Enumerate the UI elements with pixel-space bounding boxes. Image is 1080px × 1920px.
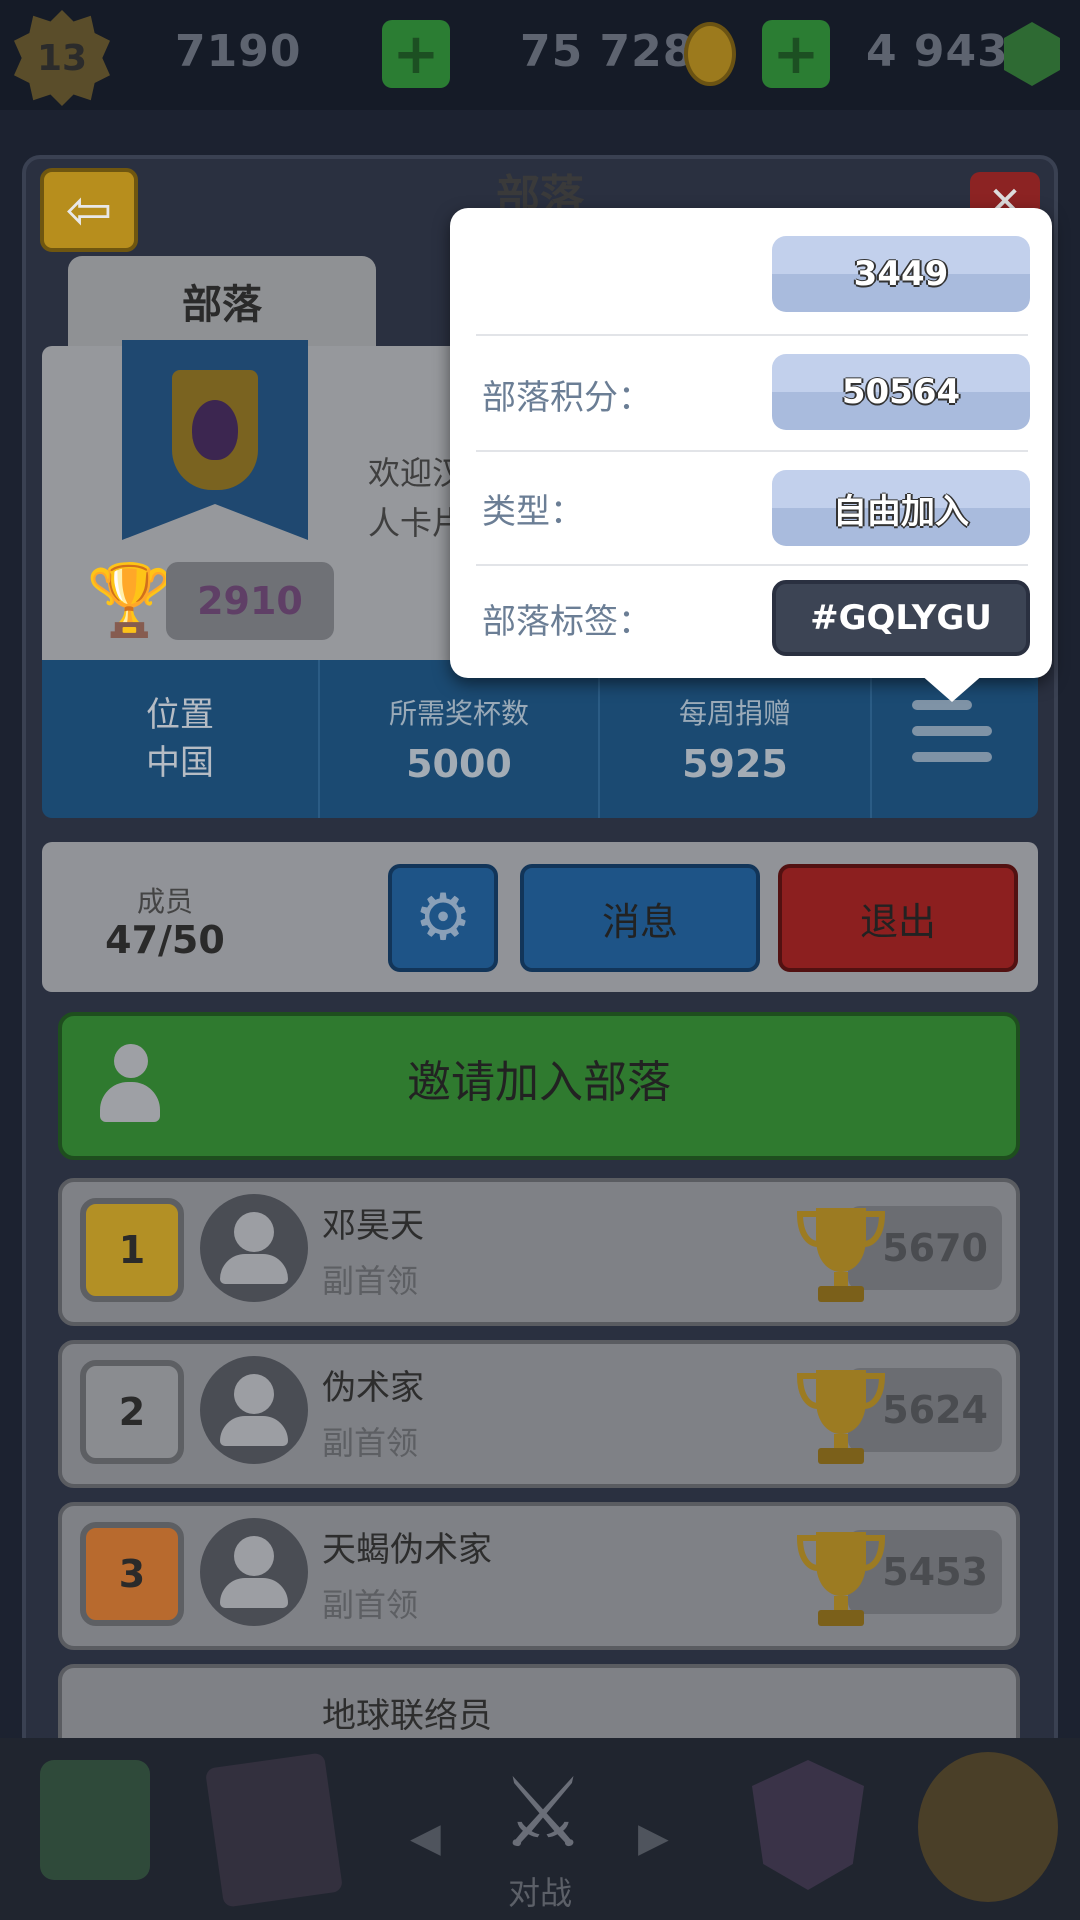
gold-trophy-icon: [796, 1532, 886, 1626]
popup-value-1: 3449: [772, 236, 1030, 312]
avatar: [200, 1356, 308, 1464]
weekly-donations-label: 每周捐赠: [678, 697, 791, 730]
member-name: 邓昊天: [322, 1206, 424, 1246]
member-row[interactable]: [58, 1664, 1020, 1746]
member-name: 地球联络员: [322, 1696, 492, 1736]
type-value: 自由加入: [772, 470, 1030, 546]
gear-icon: ⚙: [414, 881, 472, 955]
divider: [476, 564, 1028, 566]
add-gold-button[interactable]: +: [762, 20, 830, 88]
gold-trophy-icon: [796, 1370, 886, 1464]
avatar: [200, 1194, 308, 1302]
gold-coin-icon: [684, 22, 736, 86]
member-role: 副首领: [322, 1262, 419, 1300]
member-name: 天蝎伪术家: [322, 1530, 492, 1570]
clan-trophies: 2910: [166, 562, 334, 640]
experience-value: 7190: [175, 26, 302, 77]
member-role: 副首领: [322, 1586, 419, 1624]
crossed-swords-icon[interactable]: ⚔: [468, 1758, 618, 1868]
rank-badge: 1: [80, 1198, 184, 1302]
exit-button[interactable]: 退出: [778, 864, 1018, 972]
location-value: 中国: [146, 743, 214, 783]
add-experience-button[interactable]: +: [382, 20, 450, 88]
divider: [476, 450, 1028, 452]
clan-score-value: 50564: [772, 354, 1030, 430]
gold-value: 75 728: [520, 26, 695, 77]
divider: [476, 334, 1028, 336]
member-role: 副首领: [322, 1424, 419, 1462]
settings-button[interactable]: ⚙: [388, 864, 498, 972]
type-label: 类型：: [482, 492, 584, 532]
gems-value: 4 943: [866, 26, 1009, 77]
invite-label: 邀请加入部落: [407, 1057, 671, 1108]
more-info-icon[interactable]: [912, 700, 1008, 780]
popup-pointer: [920, 674, 984, 702]
member-name: 伪术家: [322, 1368, 424, 1408]
nav-right-arrow-icon[interactable]: ▶: [638, 1815, 669, 1861]
clan-tag-value[interactable]: #GQLYGU: [772, 580, 1030, 656]
tab-clan[interactable]: 部落: [68, 256, 376, 346]
clan-tag-label: 部落标签：: [482, 602, 652, 642]
required-trophies-label: 所需奖杯数: [388, 697, 529, 730]
stat-location: 位置 中国: [42, 660, 320, 818]
nav-shop-icon[interactable]: [40, 1760, 150, 1880]
trophy-icon: 🏆: [86, 559, 174, 641]
nav-battle-label: 对战: [507, 1874, 572, 1912]
stat-required-trophies: 所需奖杯数 5000: [320, 660, 600, 818]
avatar: [200, 1518, 308, 1626]
clan-score-label: 部落积分：: [482, 378, 652, 418]
nav-events-icon[interactable]: [918, 1752, 1058, 1902]
members-label: 成员: [136, 885, 193, 918]
plus-icon: +: [772, 21, 820, 87]
rank-badge: 3: [80, 1522, 184, 1626]
location-label: 位置: [146, 695, 214, 735]
gold-trophy-icon: [796, 1208, 886, 1302]
clan-badge-icon: [172, 370, 258, 490]
members-count: 47/50: [105, 918, 225, 962]
level-value: 13: [36, 37, 88, 79]
message-button[interactable]: 消息: [520, 864, 760, 972]
stat-weekly-donations: 每周捐赠 5925: [600, 660, 872, 818]
rank-badge: 2: [80, 1360, 184, 1464]
plus-icon: +: [392, 21, 440, 87]
required-trophies-value: 5000: [406, 742, 512, 786]
nav-left-arrow-icon[interactable]: ◀: [410, 1815, 441, 1861]
weekly-donations-value: 5925: [682, 742, 788, 786]
